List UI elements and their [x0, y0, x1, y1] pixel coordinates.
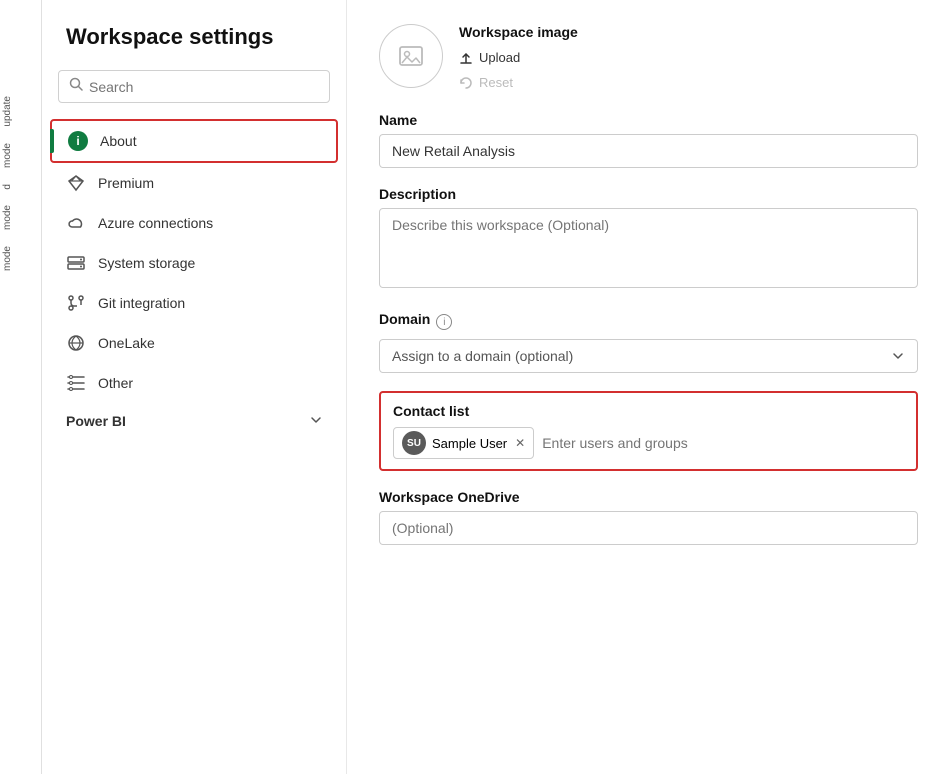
sidebar: Workspace settings i About	[42, 0, 347, 774]
onedrive-input[interactable]	[379, 511, 918, 545]
chevron-down-icon	[891, 349, 905, 363]
other-icon	[66, 373, 86, 393]
workspace-image-circle	[379, 24, 443, 88]
avatar-initials: SU	[407, 438, 421, 449]
upload-label: Upload	[479, 50, 520, 65]
image-info-column: Workspace image Upload	[459, 24, 578, 92]
contact-list-label: Contact list	[393, 403, 904, 419]
name-label: Name	[379, 112, 918, 128]
main-panel: Workspace settings i About	[42, 0, 950, 774]
chevron-down-icon	[310, 413, 322, 429]
sidebar-item-label-onelake: OneLake	[98, 335, 155, 351]
powerbi-section-label: Power BI	[66, 413, 126, 429]
contact-tag-sample-user: SU Sample User ✕	[393, 427, 534, 459]
sidebar-item-label-about: About	[100, 133, 137, 149]
strip-label-update: update	[0, 90, 41, 133]
cloud-icon	[66, 213, 86, 233]
left-strip: update mode d mode mode	[0, 0, 42, 774]
image-preview-placeholder	[379, 24, 443, 88]
remove-contact-button[interactable]: ✕	[515, 436, 525, 450]
onedrive-label: Workspace OneDrive	[379, 489, 918, 505]
sidebar-item-label-premium: Premium	[98, 175, 154, 191]
domain-placeholder: Assign to a domain (optional)	[392, 348, 573, 364]
strip-label-mode3: mode	[0, 240, 41, 277]
sidebar-item-azure-connections[interactable]: Azure connections	[42, 203, 346, 243]
sidebar-item-premium[interactable]: Premium	[42, 163, 346, 203]
contact-name: Sample User	[432, 436, 507, 451]
search-icon	[69, 77, 83, 96]
domain-label: Domain	[379, 311, 430, 327]
upload-button[interactable]: Upload	[459, 48, 578, 67]
domain-label-row: Domain i	[379, 311, 918, 333]
search-input[interactable]	[89, 79, 319, 95]
info-icon[interactable]: i	[436, 314, 452, 330]
image-actions: Upload Reset	[459, 48, 578, 92]
workspace-image-section: Workspace image Upload	[379, 24, 918, 92]
search-box[interactable]	[58, 70, 330, 103]
name-section: Name	[379, 112, 918, 168]
sidebar-item-onelake[interactable]: OneLake	[42, 323, 346, 363]
sidebar-item-about[interactable]: i About	[50, 119, 338, 163]
sidebar-item-label-azure: Azure connections	[98, 215, 213, 231]
avatar: SU	[402, 431, 426, 455]
sidebar-item-label-other: Other	[98, 375, 133, 391]
description-textarea[interactable]	[379, 208, 918, 288]
workspace-image-label: Workspace image	[459, 24, 578, 40]
sidebar-item-git-integration[interactable]: Git integration	[42, 283, 346, 323]
name-input[interactable]	[379, 134, 918, 168]
strip-label-mode2: mode	[0, 199, 41, 236]
onedrive-section: Workspace OneDrive	[379, 489, 918, 545]
sidebar-section-powerbi[interactable]: Power BI	[42, 403, 346, 439]
about-icon: i	[68, 131, 88, 151]
description-label: Description	[379, 186, 918, 202]
domain-section: Domain i Assign to a domain (optional)	[379, 311, 918, 373]
strip-label-mode1: mode	[0, 137, 41, 174]
sidebar-item-label-git: Git integration	[98, 295, 185, 311]
contact-input[interactable]	[542, 435, 904, 451]
sidebar-item-label-system-storage: System storage	[98, 255, 195, 271]
contact-list-box: Contact list SU Sample User ✕	[379, 391, 918, 471]
reset-button[interactable]: Reset	[459, 73, 578, 92]
contact-list-section: Contact list SU Sample User ✕	[379, 391, 918, 471]
sidebar-item-system-storage[interactable]: System storage	[42, 243, 346, 283]
contact-list-row: SU Sample User ✕	[393, 427, 904, 459]
description-section: Description	[379, 186, 918, 293]
diamond-icon	[66, 173, 86, 193]
onelake-icon	[66, 333, 86, 353]
domain-select[interactable]: Assign to a domain (optional)	[379, 339, 918, 373]
sidebar-title: Workspace settings	[42, 24, 346, 70]
git-icon	[66, 293, 86, 313]
content-area: Workspace image Upload	[347, 0, 950, 774]
strip-label-d: d	[0, 178, 41, 196]
sidebar-item-other[interactable]: Other	[42, 363, 346, 403]
reset-label: Reset	[479, 75, 513, 90]
storage-icon	[66, 253, 86, 273]
